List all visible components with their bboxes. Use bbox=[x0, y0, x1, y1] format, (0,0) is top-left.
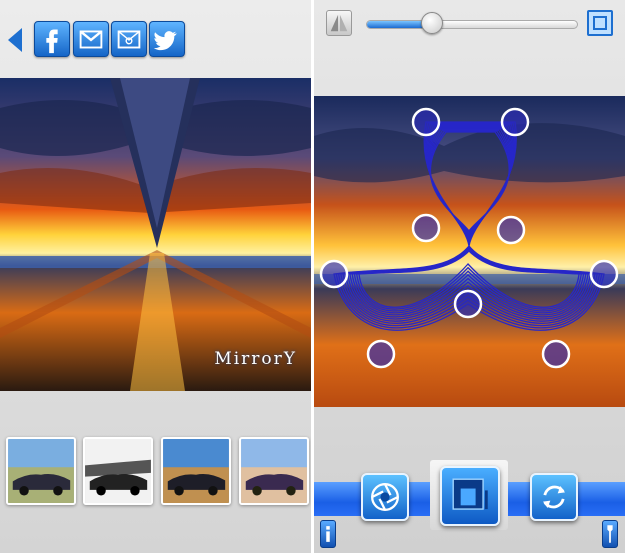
facebook-icon bbox=[46, 29, 58, 54]
control-point-handle[interactable] bbox=[500, 107, 530, 137]
control-point-handle[interactable] bbox=[541, 339, 571, 369]
thumbnail-4[interactable] bbox=[239, 437, 309, 505]
control-point-handle[interactable] bbox=[589, 259, 619, 289]
car-photo-cool bbox=[241, 439, 307, 503]
mirror-preview[interactable] bbox=[314, 96, 625, 407]
gmail-button[interactable] bbox=[73, 21, 109, 57]
editor-screen bbox=[314, 0, 625, 553]
email-button[interactable] bbox=[111, 21, 147, 57]
thumbnail-2[interactable] bbox=[83, 437, 153, 505]
mirror-toggle-button[interactable] bbox=[326, 10, 352, 36]
control-point-handle[interactable] bbox=[366, 339, 396, 369]
wrench-icon bbox=[607, 525, 613, 543]
rotate-button[interactable] bbox=[530, 473, 578, 521]
layout-button[interactable] bbox=[440, 466, 500, 526]
control-point-handle[interactable] bbox=[453, 289, 483, 319]
brand-watermark: MirrorY bbox=[214, 349, 297, 369]
gallery-screen: MirrorY bbox=[0, 0, 311, 553]
back-arrow-icon[interactable] bbox=[8, 28, 22, 52]
control-point-handle[interactable] bbox=[496, 215, 526, 245]
mirror-slider-track[interactable] bbox=[366, 20, 578, 29]
mirror-slider-handle[interactable] bbox=[420, 12, 443, 34]
thumbnail-1[interactable] bbox=[6, 437, 76, 505]
control-point-handle[interactable] bbox=[411, 107, 441, 137]
rotate-refresh-icon bbox=[543, 485, 565, 509]
info-button[interactable] bbox=[320, 520, 336, 548]
mirror-toggle-icon bbox=[330, 14, 348, 32]
car-photo-original bbox=[8, 439, 74, 503]
car-photo-warm bbox=[163, 439, 229, 503]
twitter-button[interactable] bbox=[149, 21, 185, 57]
car-photo-sketch bbox=[85, 439, 151, 503]
email-icon bbox=[117, 30, 141, 49]
control-point-handle[interactable] bbox=[319, 259, 349, 289]
layout-icon bbox=[452, 478, 488, 510]
facebook-button[interactable] bbox=[34, 21, 70, 57]
info-icon bbox=[326, 526, 330, 542]
settings-button[interactable] bbox=[602, 520, 618, 548]
aperture-button[interactable] bbox=[361, 473, 409, 521]
twitter-icon bbox=[153, 31, 177, 51]
thumbnail-3[interactable] bbox=[161, 437, 231, 505]
frame-icon[interactable] bbox=[587, 10, 613, 36]
control-point-handle[interactable] bbox=[411, 213, 441, 243]
edited-photo: MirrorY bbox=[0, 78, 311, 391]
gmail-icon bbox=[79, 30, 103, 49]
aperture-icon bbox=[371, 483, 399, 511]
